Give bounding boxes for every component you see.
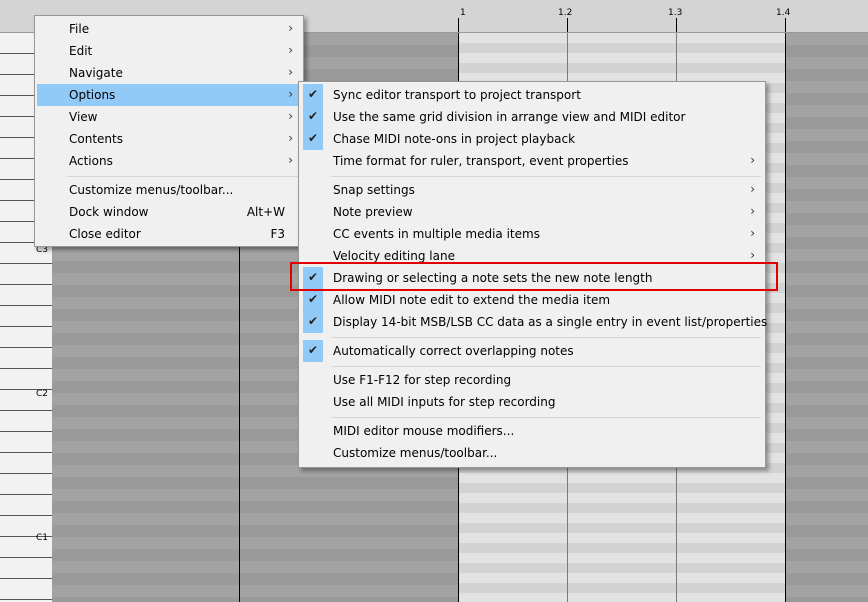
menu-separator [331, 366, 761, 367]
menu-item-label: CC events in multiple media items [333, 227, 540, 241]
menu-separator [331, 176, 761, 177]
option-same-grid-division[interactable]: ✔ Use the same grid division in arrange … [301, 106, 763, 128]
ruler-tick-1: 1 [460, 8, 466, 18]
menu-item-file[interactable]: File › [37, 18, 301, 40]
menu-item-options[interactable]: Options › [37, 84, 301, 106]
menu-item-edit[interactable]: Edit › [37, 40, 301, 62]
menu-item-label: Customize menus/toolbar... [69, 183, 234, 197]
ruler-tick-line [676, 18, 677, 32]
menu-item-navigate[interactable]: Navigate › [37, 62, 301, 84]
key-label-c2: C2 [36, 389, 49, 399]
checkbox-checked: ✔ [303, 340, 323, 362]
menu-item-label: Use all MIDI inputs for step recording [333, 395, 556, 409]
menu-separator [67, 176, 299, 177]
menu-item-label: Time format for ruler, transport, event … [333, 154, 629, 168]
checkbox-checked: ✔ [303, 84, 323, 106]
menu-item-close-editor[interactable]: Close editor F3 [37, 223, 301, 245]
menu-separator [331, 337, 761, 338]
checkbox-checked: ✔ [303, 289, 323, 311]
chevron-right-icon: › [750, 182, 755, 196]
option-f1-f12-step[interactable]: Use F1-F12 for step recording [301, 369, 763, 391]
chevron-right-icon: › [288, 65, 293, 79]
option-extend-media-item[interactable]: ✔ Allow MIDI note edit to extend the med… [301, 289, 763, 311]
chevron-right-icon: › [750, 204, 755, 218]
menu-item-shortcut: F3 [270, 227, 285, 241]
annotation-highlight-box [290, 262, 778, 291]
menu-item-label: Dock window [69, 205, 149, 219]
ruler-tick-1-2: 1.2 [558, 8, 573, 18]
menu-item-label: Snap settings [333, 183, 415, 197]
menu-item-dock-window[interactable]: Dock window Alt+W [37, 201, 301, 223]
menu-item-label: View [69, 110, 98, 124]
menu-item-label: Navigate [69, 66, 123, 80]
chevron-right-icon: › [288, 131, 293, 145]
menu-item-label: Customize menus/toolbar... [333, 446, 498, 460]
ruler-tick-1-4: 1.4 [776, 8, 791, 18]
chevron-right-icon: › [288, 43, 293, 57]
option-mouse-modifiers[interactable]: MIDI editor mouse modifiers... [301, 420, 763, 442]
checkbox-checked: ✔ [303, 106, 323, 128]
menu-item-label: Use the same grid division in arrange vi… [333, 110, 686, 124]
menu-item-label: Display 14-bit MSB/LSB CC data as a sing… [333, 315, 768, 329]
check-icon: ✔ [308, 109, 319, 123]
menu-item-actions[interactable]: Actions › [37, 150, 301, 172]
menu-item-label: Sync editor transport to project transpo… [333, 88, 581, 102]
check-icon: ✔ [308, 343, 319, 357]
option-chase-note-ons[interactable]: ✔ Chase MIDI note-ons in project playbac… [301, 128, 763, 150]
chevron-right-icon: › [750, 153, 755, 167]
checkbox-checked: ✔ [303, 311, 323, 333]
menu-item-label: Automatically correct overlapping notes [333, 344, 574, 358]
option-customize-menus[interactable]: Customize menus/toolbar... [301, 442, 763, 464]
option-note-preview[interactable]: Note preview › [301, 201, 763, 223]
checkbox-checked: ✔ [303, 128, 323, 150]
option-time-format[interactable]: Time format for ruler, transport, event … [301, 150, 763, 172]
menu-item-label: Use F1-F12 for step recording [333, 373, 512, 387]
menu-item-label: Contents [69, 132, 123, 146]
menu-item-label: File [69, 22, 90, 36]
ruler-tick-line [785, 18, 786, 32]
chevron-right-icon: › [750, 226, 755, 240]
menu-item-contents[interactable]: Contents › [37, 128, 301, 150]
key-label-c1: C1 [36, 533, 49, 543]
chevron-right-icon: › [750, 248, 755, 262]
menu-item-view[interactable]: View › [37, 106, 301, 128]
option-snap-settings[interactable]: Snap settings › [301, 179, 763, 201]
ruler-tick-line [458, 18, 459, 32]
menu-item-label: Edit [69, 44, 93, 58]
menu-item-label: MIDI editor mouse modifiers... [333, 424, 515, 438]
check-icon: ✔ [308, 87, 319, 101]
menu-item-label: Note preview [333, 205, 413, 219]
option-cc-events[interactable]: CC events in multiple media items › [301, 223, 763, 245]
check-icon: ✔ [308, 131, 319, 145]
menu-item-label: Chase MIDI note-ons in project playback [333, 132, 576, 146]
ruler-tick-line [567, 18, 568, 32]
option-14bit-cc[interactable]: ✔ Display 14-bit MSB/LSB CC data as a si… [301, 311, 767, 333]
menu-item-shortcut: Alt+W [246, 205, 285, 219]
menu-item-customize[interactable]: Customize menus/toolbar... [37, 179, 301, 201]
menu-item-label: Allow MIDI note edit to extend the media… [333, 293, 611, 307]
chevron-right-icon: › [288, 153, 293, 167]
main-context-menu: File › Edit › Navigate › Options › View … [34, 15, 304, 247]
chevron-right-icon: › [288, 109, 293, 123]
option-correct-overlapping[interactable]: ✔ Automatically correct overlapping note… [301, 340, 763, 362]
ruler-tick-1-3: 1.3 [668, 8, 683, 18]
chevron-right-icon: › [288, 87, 293, 101]
chevron-right-icon: › [288, 21, 293, 35]
menu-item-label: Options [69, 88, 116, 102]
check-icon: ✔ [308, 314, 319, 328]
menu-item-label: Close editor [69, 227, 141, 241]
menu-item-label: Velocity editing lane [333, 249, 455, 263]
menu-item-label: Actions [69, 154, 113, 168]
grid-line [785, 33, 786, 602]
option-all-midi-inputs[interactable]: Use all MIDI inputs for step recording [301, 391, 763, 413]
menu-separator [331, 417, 761, 418]
option-sync-transport[interactable]: ✔ Sync editor transport to project trans… [301, 84, 763, 106]
note-grid-after-item[interactable] [785, 33, 868, 602]
check-icon: ✔ [308, 292, 319, 306]
